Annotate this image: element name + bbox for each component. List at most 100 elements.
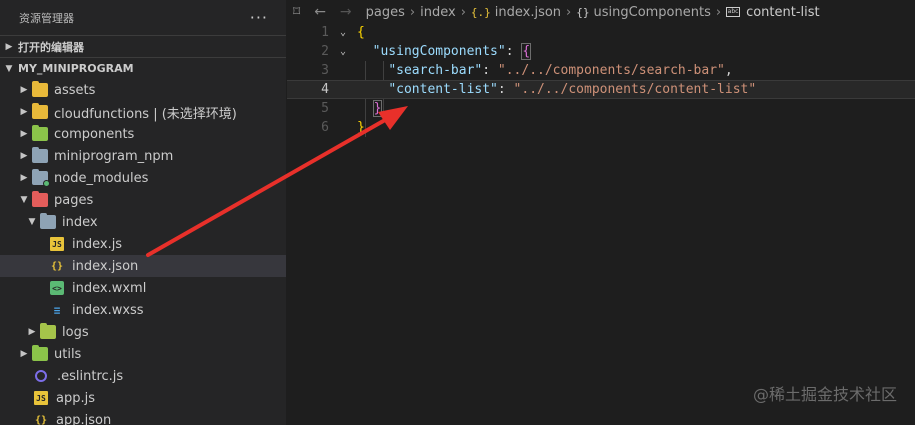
line-number: 1 [321,25,329,40]
tree-item-assets[interactable]: ▶ assets [0,79,286,101]
js-file-icon: JS [34,391,48,405]
tree-item-label: .eslintrc.js [57,368,124,384]
watermark: @稀土掘金技术社区 [752,385,897,404]
chevron-right-icon: ▶ [20,349,28,359]
cloud-folder-icon [32,103,48,119]
chevron-down-icon: ▼ [28,217,36,227]
more-actions-icon[interactable]: ··· [250,8,268,27]
node-folder-icon [32,169,50,187]
breadcrumb-index[interactable]: index [420,5,456,20]
tree-item-label: assets [54,82,96,98]
breadcrumb: ⌑ ← → pages › index › {.} index.json › {… [287,0,915,24]
tree-item-label: index.wxml [72,280,147,296]
tree-item-label: index.wxss [72,302,144,318]
utils-folder-icon [32,345,48,361]
tree-item-cloudfunctions[interactable]: ▶ cloudfunctions | (未选择环境) [0,101,286,123]
wxml-file-icon: <> [50,281,64,295]
breadcrumb-usingcomponents[interactable]: usingComponents [594,5,711,20]
tree-item-index-json[interactable]: {} index.json [0,255,286,277]
chevron-right-icon: ▶ [20,107,28,117]
explorer-header: 资源管理器 ··· [0,0,286,35]
code-line: 3 "search-bar": "../../components/search… [287,61,915,80]
chevron-right-icon: › [409,4,416,20]
open-editors-section[interactable]: ▶ 打开的编辑器 [0,35,286,57]
tree-item-components[interactable]: ▶ components [0,123,286,145]
tree-item-node-modules[interactable]: ▶ node_modules [0,167,286,189]
fold-chevron-icon[interactable]: ⌄ [329,27,357,38]
tree-item-label: cloudfunctions | (未选择环境) [54,106,237,122]
tree-item-index-folder[interactable]: ▼ index [0,211,286,233]
tree-item-label: index.json [72,258,139,274]
chevron-down-icon: ▼ [5,63,13,74]
folder-icon [32,147,48,163]
code-line: 2 ⌄ "usingComponents": { [287,42,915,61]
tree-item-label: utils [54,346,82,362]
tree-item-label: index [62,214,98,230]
tree-item-label: node_modules [54,170,149,186]
line-number: 2 [321,44,329,59]
code-line: 5 } [287,99,915,118]
code-line: 1 ⌄ { [287,23,915,42]
code-editor[interactable]: 1 ⌄ { 2 ⌄ "usingComponents": { 3 "search… [287,23,915,137]
json-file-icon: {.} [470,5,491,19]
breadcrumb-file[interactable]: index.json [495,5,561,20]
line-number: 5 [321,101,329,116]
chevron-right-icon: ▶ [28,327,36,337]
back-arrow-icon[interactable]: ← [314,4,326,20]
tree-item-label: app.js [56,390,95,406]
object-icon: {} [576,5,590,19]
chevron-right-icon: ▶ [20,151,28,161]
line-number: 3 [321,63,329,78]
line-number: 6 [321,120,329,135]
bookmark-icon[interactable]: ⌑ [293,4,300,20]
tree-item-eslintrc[interactable]: .eslintrc.js [0,365,286,387]
css-file-icon: ≡ [53,303,61,317]
tree-item-pages[interactable]: ▼ pages [0,189,286,211]
chevron-right-icon: › [715,4,722,20]
eslint-file-icon [35,370,47,382]
code-line-current: 4 "content-list": "../../components/cont… [287,80,915,99]
tree-item-utils[interactable]: ▶ utils [0,343,286,365]
chevron-right-icon: ▶ [20,173,28,183]
tree-item-label: pages [54,192,94,208]
json-file-icon: {} [50,260,64,272]
tree-item-label: components [54,126,135,142]
js-file-icon: JS [50,237,64,251]
tree-item-app-json[interactable]: {} app.json [0,409,286,425]
tree-item-index-wxss[interactable]: ≡ index.wxss [0,299,286,321]
string-icon: abc [726,7,741,17]
breadcrumb-content-list[interactable]: content-list [746,5,820,20]
tree-item-label: app.json [56,412,112,425]
chevron-right-icon: › [460,4,466,20]
line-number: 4 [321,82,329,97]
chevron-right-icon: ▶ [5,41,13,52]
open-editors-label: 打开的编辑器 [18,40,84,54]
chevron-right-icon: ▶ [20,85,28,95]
chevron-right-icon: › [566,4,572,20]
forward-arrow-icon[interactable]: → [340,4,352,20]
tree-item-app-js[interactable]: JS app.js [0,387,286,409]
folder-open-icon [40,213,56,229]
editor-pane: ⌑ ← → pages › index › {.} index.json › {… [287,0,915,425]
logs-folder-icon [40,323,56,339]
components-folder-icon [32,125,48,141]
tree-item-index-wxml[interactable]: <> index.wxml [0,277,286,299]
chevron-right-icon: ▶ [20,129,28,139]
folder-icon [32,81,48,97]
project-label: MY_MINIPROGRAM [18,62,134,75]
tree-item-label: miniprogram_npm [54,148,174,164]
json-file-icon: {} [34,414,48,425]
project-section[interactable]: ▼ MY_MINIPROGRAM [0,57,286,79]
code-line: 6 } [287,118,915,137]
tree-item-miniprogram-npm[interactable]: ▶ miniprogram_npm [0,145,286,167]
explorer-sidebar: 资源管理器 ··· ▶ 打开的编辑器 ▼ MY_MINIPROGRAM ▶ as… [0,0,286,425]
tree-item-index-js[interactable]: JS index.js [0,233,286,255]
chevron-down-icon: ▼ [20,195,28,205]
fold-chevron-icon[interactable]: ⌄ [329,46,357,57]
pages-folder-icon [32,191,48,207]
tree-item-logs[interactable]: ▶ logs [0,321,286,343]
tree-item-label: index.js [72,236,123,252]
breadcrumb-pages[interactable]: pages [366,5,405,20]
explorer-title: 资源管理器 [19,11,74,25]
tree-item-label: logs [62,324,89,340]
